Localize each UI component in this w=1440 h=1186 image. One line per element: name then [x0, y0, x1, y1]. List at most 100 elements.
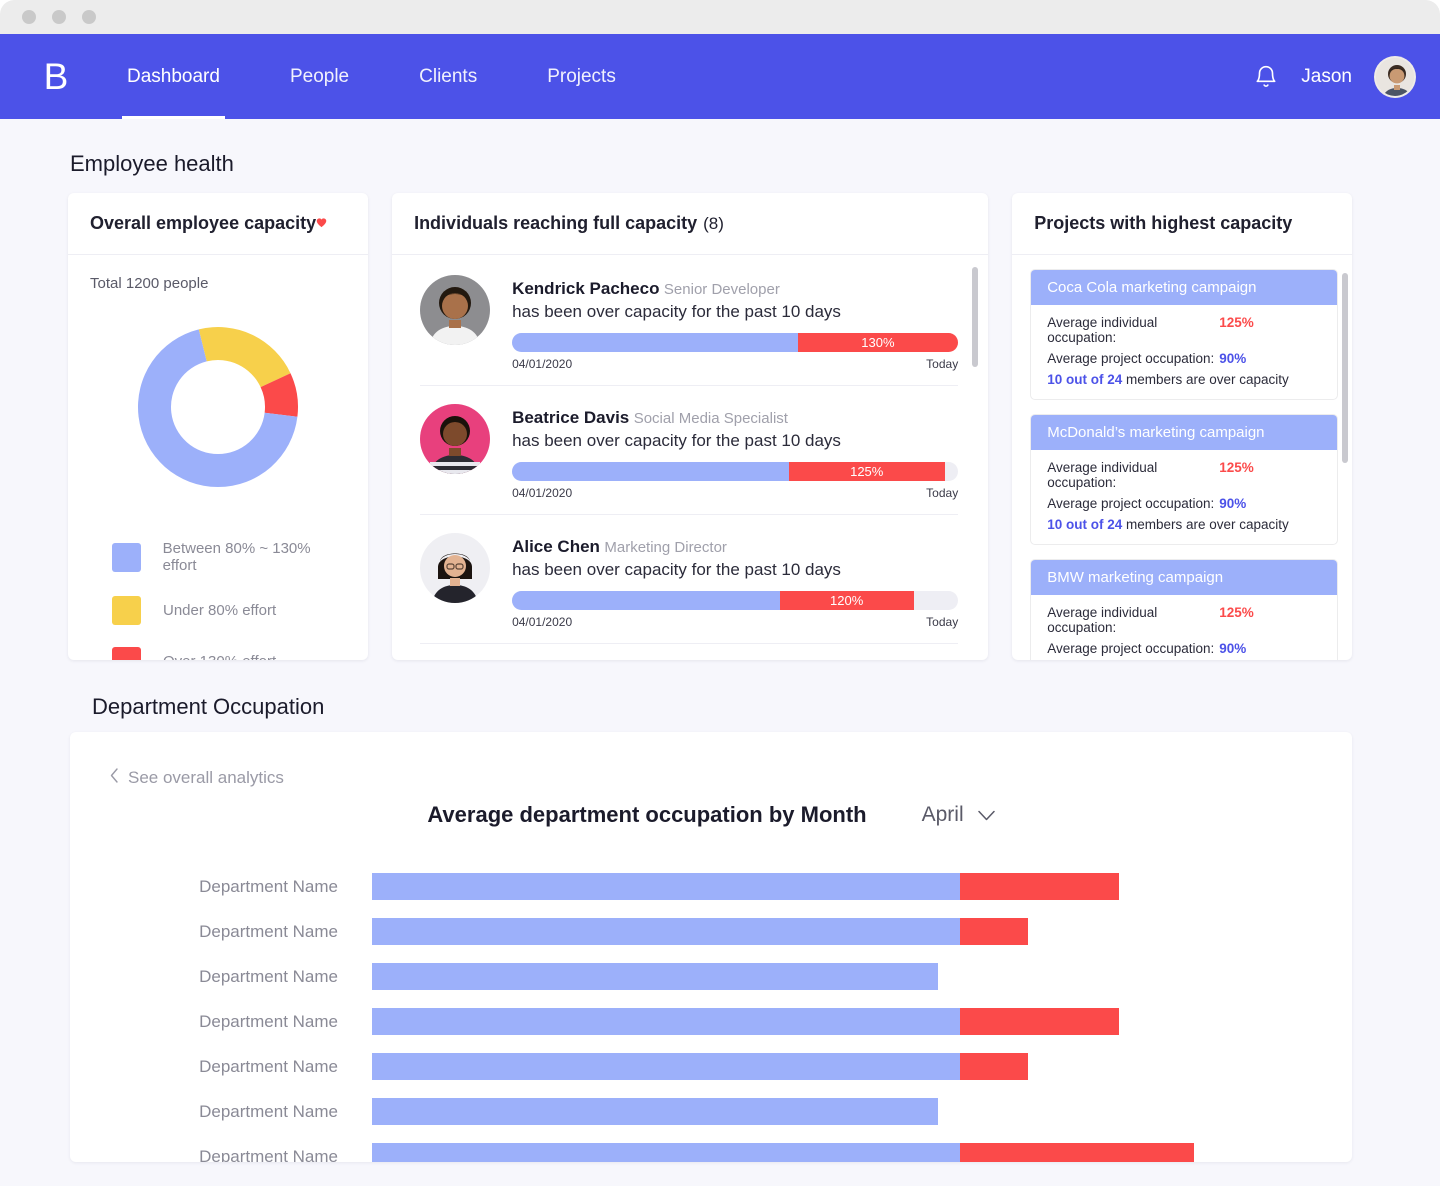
- project-members-note: 10 out of 24 members are over capacity: [1047, 372, 1321, 387]
- window-minimize-dot[interactable]: [52, 10, 66, 24]
- bar-segment-normal: [372, 918, 960, 945]
- bar-segment-normal: [372, 1053, 960, 1080]
- legend-label-under: Under 80% effort: [163, 602, 277, 619]
- metric-value: 125%: [1219, 460, 1254, 475]
- table-row[interactable]: Department Name: [70, 909, 1352, 954]
- table-row[interactable]: Department Name: [70, 954, 1352, 999]
- section-title-department-occupation: Department Occupation: [92, 694, 325, 719]
- department-name: Department Name: [199, 1011, 338, 1031]
- bar-end-date: Today: [926, 615, 959, 629]
- avatar: [420, 533, 491, 603]
- bar-segment-normal: [372, 1098, 938, 1125]
- department-name: Department Name: [199, 1101, 338, 1121]
- bar-end-date: Today: [926, 357, 959, 371]
- department-name: Department Name: [199, 1056, 338, 1076]
- bar-segment-over: [960, 1008, 1119, 1035]
- bar-track: [372, 1053, 1352, 1080]
- nav-item-people[interactable]: People: [255, 34, 384, 119]
- capacity-bar: 125%: [512, 462, 959, 481]
- projects-scroll-area[interactable]: Coca Cola marketing campaign Average ind…: [1012, 255, 1352, 660]
- person-name: Alice Chen: [512, 537, 600, 556]
- nav-label-clients: Clients: [419, 65, 478, 87]
- nav-items: Dashboard People Clients Projects: [92, 34, 651, 119]
- legend-item: Over 130% effort: [112, 647, 346, 660]
- brand-logo[interactable]: B: [20, 58, 92, 95]
- projects-card-title: Projects with highest capacity: [1012, 193, 1352, 255]
- bar-track: [372, 1098, 1352, 1125]
- table-row[interactable]: Department Name: [70, 1134, 1352, 1162]
- chevron-left-icon: [110, 768, 119, 788]
- capacity-bar-over: 125%: [788, 462, 945, 481]
- window-maximize-dot[interactable]: [82, 10, 96, 24]
- person-name: Beatrice Davis: [512, 408, 630, 427]
- individuals-list: Kendrick Pacheco Senior Developer has be…: [392, 255, 988, 660]
- table-row[interactable]: Department Name: [70, 999, 1352, 1044]
- table-row[interactable]: Department Name: [70, 1089, 1352, 1134]
- metric-value: 125%: [1219, 315, 1254, 330]
- members-text: members are over capacity: [1125, 517, 1289, 532]
- list-item[interactable]: McDonald’s marketing campaign Average in…: [1030, 414, 1338, 545]
- legend-swatch-red: [112, 647, 141, 660]
- project-metric-row: Average individual occupation: 125%: [1047, 605, 1321, 635]
- nav-label-projects: Projects: [547, 65, 616, 87]
- bell-icon[interactable]: [1253, 64, 1279, 90]
- list-item[interactable]: Ben Michel Graphic Designer has been ove…: [420, 644, 958, 660]
- see-overall-analytics-link[interactable]: See overall analytics: [110, 768, 284, 788]
- list-item[interactable]: BMW marketing campaign Average individua…: [1030, 559, 1338, 660]
- legend-item: Between 80% ~ 130% effort: [112, 540, 346, 574]
- person-role: Social Media Specialist: [633, 410, 788, 427]
- list-item[interactable]: Beatrice Davis Social Media Specialist h…: [420, 386, 959, 515]
- nav-item-dashboard[interactable]: Dashboard: [92, 34, 255, 119]
- department-name: Department Name: [199, 876, 338, 896]
- overall-capacity-title-text: Overall employee capacity: [90, 213, 317, 233]
- capacity-legend: Between 80% ~ 130% effort Under 80% effo…: [90, 540, 346, 660]
- project-metric-row: Average project occupation: 90%: [1047, 496, 1321, 511]
- bar-end-date: Today: [926, 486, 959, 500]
- list-item[interactable]: Alice Chen Marketing Director has been o…: [420, 515, 959, 644]
- legend-item: Under 80% effort: [112, 596, 346, 625]
- scrollbar-thumb[interactable]: [972, 267, 979, 367]
- metric-value: 90%: [1219, 351, 1247, 366]
- bar-segment-over: [960, 1053, 1028, 1080]
- table-row[interactable]: Department Name: [70, 1044, 1352, 1089]
- project-metric-row: Average individual occupation: 125%: [1047, 315, 1321, 345]
- projects-scrollbar[interactable]: [1342, 273, 1348, 652]
- metric-label: Average individual occupation:: [1047, 460, 1158, 490]
- list-item-info: Beatrice Davis Social Media Specialist h…: [512, 404, 959, 500]
- individuals-scrollbar[interactable]: [972, 267, 979, 648]
- see-overall-analytics-label: See overall analytics: [128, 768, 284, 787]
- metric-label: Average individual occupation:: [1047, 315, 1158, 345]
- individuals-count: (8): [703, 214, 724, 233]
- overall-capacity-body: Total 1200 people Between 80% ~ 130% eff…: [68, 255, 368, 660]
- avatar: [420, 404, 491, 474]
- individuals-title-text: Individuals reaching full capacity: [414, 213, 698, 233]
- metric-value: 125%: [1219, 605, 1254, 620]
- bar-segment-normal: [372, 873, 960, 900]
- list-item-heading: Beatrice Davis Social Media Specialist: [512, 408, 958, 428]
- metric-label: Average project occupation:: [1047, 496, 1215, 511]
- browser-window: B Dashboard People Clients Projects Jaso…: [0, 0, 1440, 1186]
- bar-segment-over: [960, 873, 1119, 900]
- window-close-dot[interactable]: [22, 10, 36, 24]
- metric-label: Average individual occupation:: [1047, 605, 1158, 635]
- individuals-scroll-area[interactable]: Kendrick Pacheco Senior Developer has be…: [392, 255, 988, 660]
- capacity-bar: 120%: [512, 591, 959, 610]
- department-name: Department Name: [199, 921, 338, 941]
- user-name[interactable]: Jason: [1301, 66, 1352, 88]
- table-row[interactable]: Department Name: [70, 864, 1352, 909]
- capacity-bar-axis: 04/01/2020 Today: [512, 486, 958, 500]
- month-select[interactable]: April: [922, 803, 995, 827]
- nav-item-projects[interactable]: Projects: [512, 34, 651, 119]
- scrollbar-thumb[interactable]: [1342, 273, 1348, 463]
- list-item[interactable]: Kendrick Pacheco Senior Developer has be…: [420, 255, 959, 386]
- bar-track: [372, 963, 1352, 990]
- metric-label: Average project occupation:: [1047, 351, 1215, 366]
- heart-icon: [316, 212, 327, 233]
- project-body: Average individual occupation: 125% Aver…: [1031, 450, 1337, 544]
- avatar: [420, 275, 491, 345]
- capacity-bar-normal: [512, 591, 780, 610]
- avatar[interactable]: [1374, 55, 1416, 98]
- nav-item-clients[interactable]: Clients: [384, 34, 512, 119]
- list-item[interactable]: Coca Cola marketing campaign Average ind…: [1030, 269, 1338, 400]
- chart-title: Average department occupation by Month: [427, 802, 867, 827]
